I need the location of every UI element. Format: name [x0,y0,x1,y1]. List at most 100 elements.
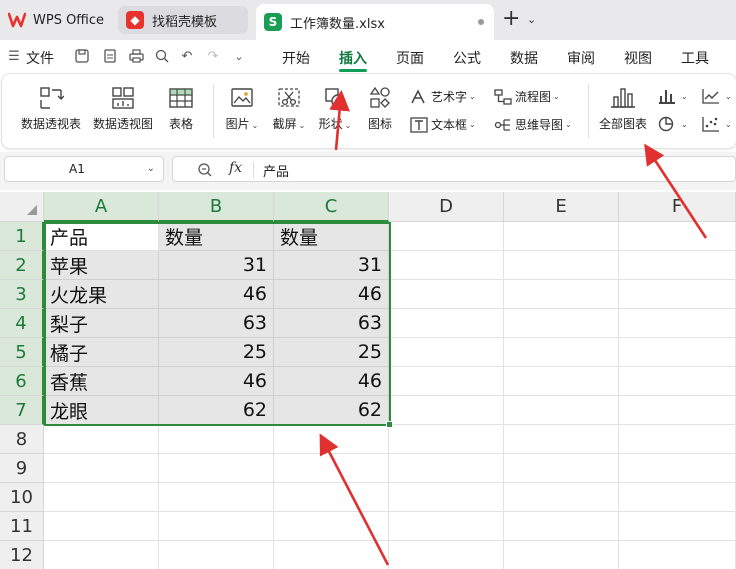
column-header-b[interactable]: B [159,192,274,222]
hamburger-menu-icon[interactable]: ☰ [4,47,24,65]
cell-b12[interactable] [159,541,274,569]
row-header-9[interactable]: 9 [0,454,44,483]
picture-button[interactable]: 图片 ⌄ [222,86,262,132]
cell-b6[interactable]: 46 [159,367,274,396]
cell-e9[interactable] [504,454,619,483]
cell-b2[interactable]: 31 [159,251,274,280]
cell-f9[interactable] [619,454,736,483]
wordart-button[interactable]: 艺术字 ⌄ [410,88,476,105]
cell-a12[interactable] [44,541,159,569]
menu-data[interactable]: 数据 [510,48,538,68]
print-icon[interactable] [126,47,146,65]
cell-e12[interactable] [504,541,619,569]
row-header-6[interactable]: 6 [0,367,44,396]
row-header-11[interactable]: 11 [0,512,44,541]
row-header-2[interactable]: 2 [0,251,44,280]
cell-f11[interactable] [619,512,736,541]
cell-d2[interactable] [389,251,504,280]
cell-b5[interactable]: 25 [159,338,274,367]
cell-c5[interactable]: 25 [274,338,389,367]
cell-e3[interactable] [504,280,619,309]
cell-a3[interactable]: 火龙果 [44,280,159,309]
cell-a4[interactable]: 梨子 [44,309,159,338]
cell-f2[interactable] [619,251,736,280]
shape-button[interactable]: 形状 ⌄ [314,86,356,132]
textbox-button[interactable]: 文本框 ⌄ [410,116,476,133]
redo-icon[interactable]: ↷ [203,47,223,65]
tab-list-chevron-icon[interactable]: ⌄ [527,13,536,26]
cell-a8[interactable] [44,425,159,454]
cell-c12[interactable] [274,541,389,569]
cell-d11[interactable] [389,512,504,541]
menu-view[interactable]: 视图 [624,48,652,68]
cell-e6[interactable] [504,367,619,396]
cell-d4[interactable] [389,309,504,338]
cell-b4[interactable]: 63 [159,309,274,338]
cell-d5[interactable] [389,338,504,367]
cell-a10[interactable] [44,483,159,512]
cell-e7[interactable] [504,396,619,425]
cell-c10[interactable] [274,483,389,512]
cell-d3[interactable] [389,280,504,309]
save-icon[interactable] [72,47,92,65]
cell-d12[interactable] [389,541,504,569]
cell-b10[interactable] [159,483,274,512]
cell-f6[interactable] [619,367,736,396]
column-header-c[interactable]: C [274,192,389,222]
column-header-f[interactable]: F [619,192,736,222]
row-header-12[interactable]: 12 [0,541,44,569]
name-box[interactable]: A1 ⌄ [4,156,164,182]
print-preview-icon[interactable] [152,47,172,65]
tab-workbook[interactable]: S 工作簿数量.xlsx [256,4,494,40]
cell-a2[interactable]: 苹果 [44,251,159,280]
export-pdf-icon[interactable] [100,47,120,65]
column-header-a[interactable]: A [44,192,159,222]
icon-library-button[interactable]: 图标 [362,86,398,132]
menu-home[interactable]: 开始 [282,48,310,68]
cell-e8[interactable] [504,425,619,454]
tab-wps-office[interactable]: WPS Office [0,6,112,34]
cell-b7[interactable]: 62 [159,396,274,425]
row-header-4[interactable]: 4 [0,309,44,338]
cell-f10[interactable] [619,483,736,512]
cell-f4[interactable] [619,309,736,338]
cell-d9[interactable] [389,454,504,483]
cell-b9[interactable] [159,454,274,483]
menu-formula[interactable]: 公式 [453,48,481,68]
cell-f12[interactable] [619,541,736,569]
column-header-d[interactable]: D [389,192,504,222]
all-charts-button[interactable]: 全部图表 [596,86,650,132]
cell-c11[interactable] [274,512,389,541]
pivot-chart-button[interactable]: 数据透视图 [90,86,156,132]
cell-d8[interactable] [389,425,504,454]
pie-chart-button[interactable]: ⌄ [658,116,688,132]
cell-c3[interactable]: 46 [274,280,389,309]
row-header-7[interactable]: 7 [0,396,44,425]
undo-icon[interactable]: ↶ [177,47,197,65]
cell-b11[interactable] [159,512,274,541]
zoom-icon[interactable] [197,162,213,178]
formula-input[interactable]: fx 产品 [172,156,736,182]
screenshot-button[interactable]: 截屏 ⌄ [268,86,310,132]
cell-a9[interactable] [44,454,159,483]
quick-access-chevron-icon[interactable]: ⌄ [229,47,249,65]
cell-e11[interactable] [504,512,619,541]
cell-b3[interactable]: 46 [159,280,274,309]
cell-a6[interactable]: 香蕉 [44,367,159,396]
cell-a7[interactable]: 龙眼 [44,396,159,425]
cell-c1[interactable]: 数量 [274,222,389,251]
cell-f7[interactable] [619,396,736,425]
cell-a5[interactable]: 橘子 [44,338,159,367]
name-box-chevron-icon[interactable]: ⌄ [147,163,155,174]
select-all-button[interactable] [0,192,44,222]
cell-b1[interactable]: 数量 [159,222,274,251]
row-header-5[interactable]: 5 [0,338,44,367]
cell-f1[interactable] [619,222,736,251]
flowchart-button[interactable]: 流程图 ⌄ [494,88,560,105]
cell-f3[interactable] [619,280,736,309]
cell-e4[interactable] [504,309,619,338]
cell-d1[interactable] [389,222,504,251]
row-header-10[interactable]: 10 [0,483,44,512]
cell-c4[interactable]: 63 [274,309,389,338]
cell-a1[interactable]: 产品 [44,222,159,251]
